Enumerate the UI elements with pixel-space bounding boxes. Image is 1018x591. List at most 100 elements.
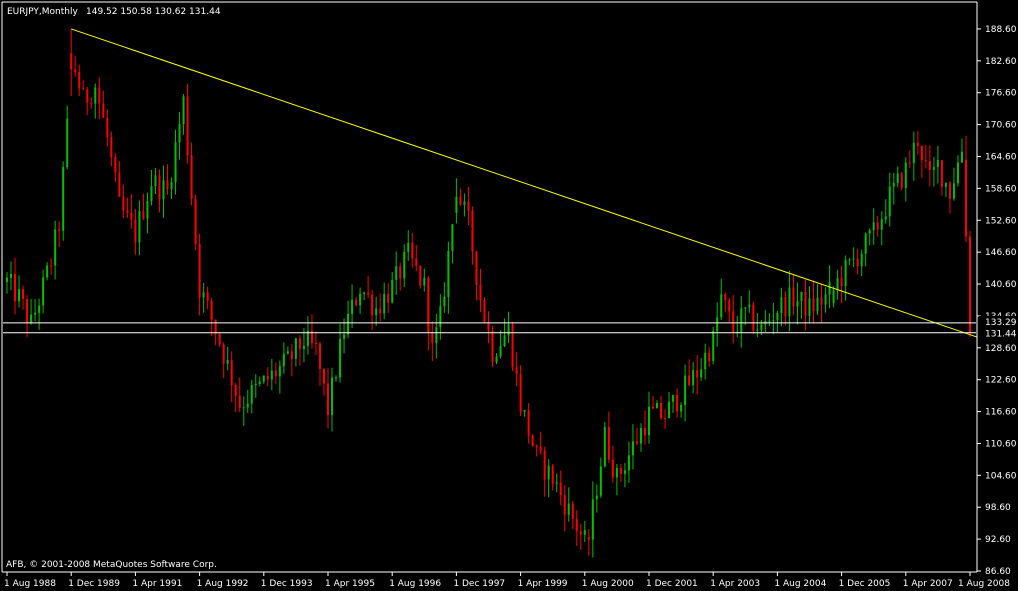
candle-body: [567, 503, 570, 515]
candle-body: [495, 356, 498, 363]
candle-body: [146, 201, 149, 219]
candle-body: [543, 450, 546, 480]
candle-body: [856, 258, 859, 267]
time-tick-label: 1 Apr 1991: [132, 579, 182, 589]
candle-body: [110, 136, 113, 158]
candle-body: [820, 297, 823, 305]
candle-body: [924, 159, 927, 161]
candle-body: [876, 222, 879, 230]
candle-body: [684, 375, 687, 405]
candle-body: [668, 401, 671, 419]
candle-body: [852, 258, 855, 260]
candle-body: [952, 183, 955, 199]
candle-body: [776, 313, 779, 321]
candle-body: [202, 292, 205, 298]
price-tick-label: 128.60: [985, 344, 1017, 354]
candle-body: [860, 253, 863, 267]
candle-body: [455, 196, 458, 213]
candle-body: [680, 404, 683, 412]
candle-body: [760, 324, 763, 330]
candle-body: [395, 266, 398, 280]
candle-body: [483, 300, 486, 322]
candle-body: [479, 284, 482, 301]
candle-body: [511, 324, 514, 368]
candle-body: [178, 124, 181, 143]
candle-body: [34, 312, 37, 315]
candle-body: [768, 320, 771, 322]
candle-body: [359, 293, 362, 306]
candle-body: [880, 219, 883, 230]
candle-body: [383, 294, 386, 314]
candle-body: [335, 377, 338, 379]
candle-body: [792, 287, 795, 307]
candle-body: [700, 369, 703, 378]
candle-body: [114, 157, 117, 173]
candle-body: [427, 277, 430, 333]
candle-body: [82, 88, 85, 90]
candle-body: [780, 297, 783, 314]
time-tick-label: 1 Dec 1989: [68, 579, 120, 589]
time-tick-label: 1 Apr 2007: [903, 579, 953, 589]
candle-body: [150, 185, 153, 202]
candle-body: [26, 298, 29, 323]
candle-body: [936, 160, 939, 167]
candle-body: [250, 385, 253, 404]
candle-body: [54, 229, 57, 266]
candle-body: [748, 304, 751, 308]
price-tick-label: 86.60: [985, 567, 1011, 577]
candle-body: [347, 313, 350, 335]
candle-body: [788, 287, 791, 317]
candle-body: [832, 290, 835, 304]
candle-body: [828, 282, 831, 295]
candle-body: [808, 298, 811, 316]
candle-body: [435, 327, 438, 343]
candle-body: [676, 395, 679, 412]
candle-body: [403, 251, 406, 279]
candle-body: [98, 87, 101, 104]
candle-body: [198, 244, 201, 298]
candle-body: [563, 495, 566, 515]
candle-body: [772, 320, 775, 322]
candle-body: [182, 96, 185, 125]
candle-body: [387, 294, 390, 303]
candle-body: [928, 160, 931, 170]
candle-body: [623, 470, 626, 474]
time-tick-label: 1 Dec 2005: [839, 579, 891, 589]
candle-body: [784, 297, 787, 317]
candle-body: [724, 294, 727, 301]
candle-body: [14, 274, 17, 302]
candle-body: [238, 395, 241, 408]
candle-body: [467, 201, 470, 211]
candle-body: [22, 289, 25, 299]
time-tick-label: 1 Aug 2008: [958, 579, 1010, 589]
candle-body: [46, 265, 49, 278]
candle-body: [6, 277, 8, 282]
candle-body: [270, 370, 273, 380]
candle-body: [443, 296, 446, 307]
candle-body: [884, 216, 887, 220]
price-tick-label: 176.60: [985, 89, 1017, 99]
candle-body: [447, 250, 450, 297]
candle-body: [50, 265, 53, 267]
candle-body: [142, 211, 145, 219]
candle-body: [627, 455, 630, 471]
candle-body: [531, 435, 534, 446]
candle-body: [796, 301, 799, 307]
candle-body: [912, 142, 915, 164]
candle-body: [848, 259, 851, 261]
candle-body: [463, 201, 466, 205]
candle-body: [892, 183, 895, 187]
candle-body: [932, 166, 935, 170]
candle-body: [471, 210, 474, 252]
candle-body: [327, 383, 329, 416]
time-tick-label: 1 Apr 1995: [325, 579, 375, 589]
candle-body: [527, 410, 530, 436]
price-tick-label: 92.60: [985, 535, 1011, 545]
candle-body: [732, 311, 735, 332]
time-tick-label: 1 Aug 1992: [197, 579, 249, 589]
candle-body: [551, 465, 554, 484]
candle-body: [744, 307, 747, 309]
candle-body: [631, 441, 634, 456]
candle-body: [298, 338, 301, 349]
price-chart[interactable]: 188.60 182.60 176.60 170.60 164.60 158.60 152.…: [0, 0, 1018, 591]
